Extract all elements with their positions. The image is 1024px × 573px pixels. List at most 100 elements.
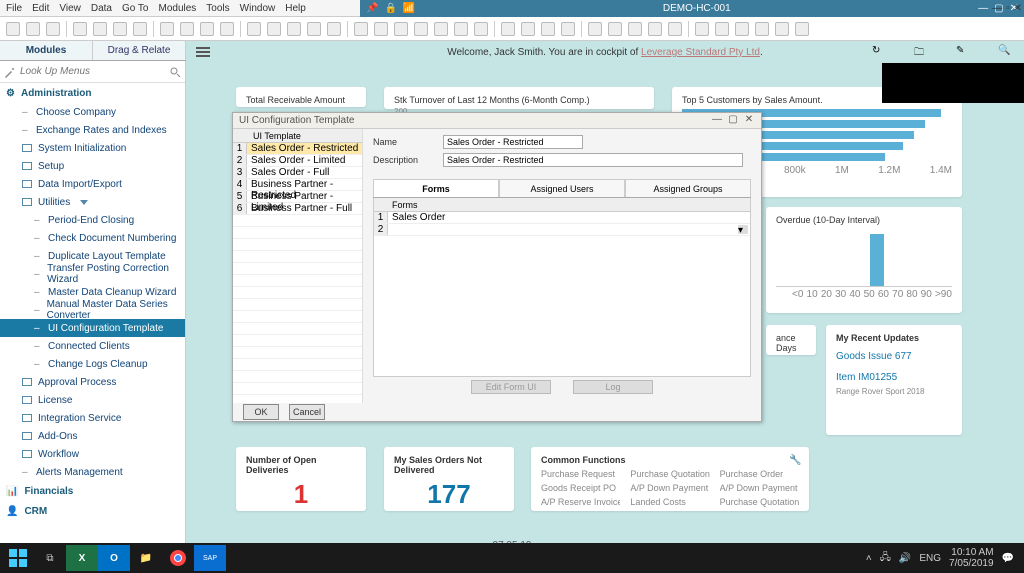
func-link[interactable]: Goods Receipt PO [541,483,620,493]
nav-administration[interactable]: ⚙Administration [0,83,185,103]
log-button[interactable]: Log [573,380,653,394]
nav-sub-item[interactable]: –Transfer Posting Correction Wizard [0,265,185,283]
nav-item[interactable]: Approval Process [0,373,185,391]
widget-turnover[interactable]: Stk Turnover of Last 12 Months (6-Month … [384,87,654,109]
menu-edit[interactable]: Edit [32,3,49,14]
nav-item[interactable]: License [0,391,185,409]
tb-btn[interactable] [287,22,301,36]
description-field[interactable] [443,153,743,167]
tb-btn[interactable] [474,22,488,36]
func-link[interactable]: Purchase Quotation [630,469,709,479]
inner-minimize-icon[interactable]: — [978,3,988,14]
tb-btn[interactable] [220,22,234,36]
nav-item[interactable]: Integration Service [0,409,185,427]
tb-btn[interactable] [133,22,147,36]
menu-modules[interactable]: Modules [158,3,196,14]
menu-view[interactable]: View [59,3,81,14]
tray-notifications-icon[interactable]: 💬 [1002,553,1014,564]
dropdown-icon[interactable]: ▾ [738,225,748,234]
lock-icon[interactable]: 🔒 [384,3,396,14]
nav-item[interactable]: –Alerts Management [0,463,185,481]
archive-icon[interactable]: 🗀 [914,45,930,61]
company-link[interactable]: Leverage Standard Pty Ltd [641,47,760,58]
tab-drag-relate[interactable]: Drag & Relate [93,41,186,60]
widget-common-functions[interactable]: Common Functions 🔧 Purchase Request Purc… [531,447,809,511]
tb-btn[interactable] [521,22,535,36]
tb-btn[interactable] [354,22,368,36]
tb-btn[interactable] [608,22,622,36]
nav-item[interactable]: Workflow [0,445,185,463]
tb-btn[interactable] [735,22,749,36]
tb-btn[interactable] [795,22,809,36]
tb-btn[interactable] [755,22,769,36]
template-row[interactable]: 2Sales Order - Limited [233,155,362,167]
edit-form-ui-button[interactable]: Edit Form UI [471,380,551,394]
tb-btn[interactable] [327,22,341,36]
dialog-titlebar[interactable]: UI Configuration Template — ▢ ✕ [233,113,761,129]
dialog-close-icon[interactable]: ✕ [743,114,755,126]
forms-row[interactable]: 1Sales Order [374,212,750,224]
outer-close-icon[interactable]: ✕ [1014,3,1022,14]
outer-minimize-icon[interactable]: — [992,3,1002,14]
func-link[interactable]: Landed Costs [630,497,709,507]
tb-btn[interactable] [307,22,321,36]
search-icon[interactable] [169,66,181,78]
tb-btn[interactable] [73,22,87,36]
tb-btn[interactable] [454,22,468,36]
nav-financials[interactable]: 📊Financials [0,481,185,501]
chrome-icon[interactable] [162,545,194,571]
nav-item[interactable]: –Choose Company [0,103,185,121]
func-link[interactable]: A/P Down Payment I… [630,483,709,493]
tb-btn[interactable] [501,22,515,36]
tab-forms[interactable]: Forms [373,179,499,197]
tb-btn[interactable] [200,22,214,36]
sap-icon[interactable]: SAP [194,545,226,571]
nav-item[interactable]: System Initialization [0,139,185,157]
nav-item[interactable]: Data Import/Export [0,175,185,193]
func-link[interactable]: Purchase Quotation [720,497,799,507]
tb-btn[interactable] [267,22,281,36]
nav-sub-item[interactable]: –Check Document Numbering [0,229,185,247]
nav-sub-item[interactable]: –Connected Clients [0,337,185,355]
recent-link[interactable]: Goods Issue 677 [836,351,952,362]
func-link[interactable]: A/P Down Payment I… [720,483,799,493]
menu-goto[interactable]: Go To [122,3,149,14]
refresh-icon[interactable]: ↻ [872,45,888,61]
wand-icon[interactable] [4,66,16,78]
tb-btn[interactable] [775,22,789,36]
forms-row[interactable]: 2▾ [374,224,750,236]
search-input[interactable] [20,66,169,77]
widget-not-delivered[interactable]: My Sales Orders Not Delivered 177 [384,447,514,511]
tray-lang[interactable]: ENG [919,553,941,564]
widget-open-deliveries[interactable]: Number of Open Deliveries 1 [236,447,366,511]
tab-assigned-users[interactable]: Assigned Users [499,179,625,197]
tb-btn[interactable] [374,22,388,36]
widget-recent-updates[interactable]: My Recent Updates Goods Issue 677 Item I… [826,325,962,435]
tb-btn[interactable] [668,22,682,36]
pin-icon[interactable]: 📌 [366,3,378,14]
name-field[interactable] [443,135,583,149]
menu-window[interactable]: Window [240,3,276,14]
tb-btn[interactable] [414,22,428,36]
outlook-icon[interactable]: O [98,545,130,571]
menu-data[interactable]: Data [91,3,112,14]
template-row[interactable]: 1Sales Order - Restricted [233,143,362,155]
menu-help[interactable]: Help [285,3,306,14]
template-row[interactable]: 6Business Partner - Full [233,203,362,215]
taskview-icon[interactable]: ⧉ [34,545,66,571]
nav-item[interactable]: Setup [0,157,185,175]
tb-btn[interactable] [6,22,20,36]
widget-receivable[interactable]: Total Receivable Amount [236,87,366,107]
tb-btn[interactable] [180,22,194,36]
hamburger-icon[interactable] [196,47,210,59]
ok-button[interactable]: OK [243,404,279,420]
wrench-icon[interactable]: 🔧 [789,455,801,467]
start-button[interactable] [2,545,34,571]
func-link[interactable]: Purchase Order [720,469,799,479]
outer-restore-icon[interactable]: ▫ [1006,3,1010,14]
nav-item[interactable]: Add-Ons [0,427,185,445]
tb-btn[interactable] [541,22,555,36]
cancel-button[interactable]: Cancel [289,404,325,420]
widget-balance-days[interactable]: ance Days [766,325,816,355]
signal-icon[interactable]: 📶 [403,3,415,14]
